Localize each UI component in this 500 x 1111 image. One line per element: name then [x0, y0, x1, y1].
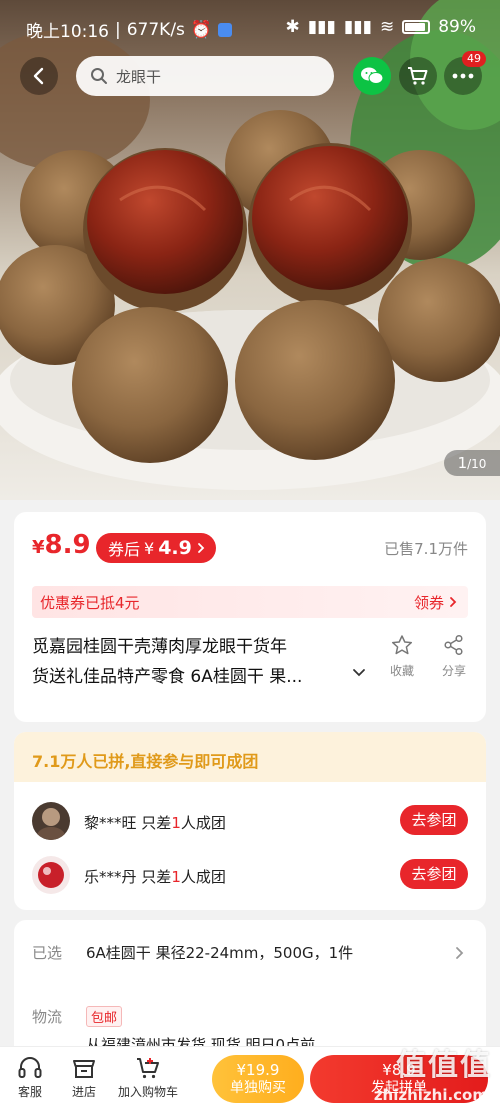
site-watermark-url: zhizhizhi.com	[373, 1086, 488, 1104]
group-leader-name: 黎***旺 只差1人成团	[84, 812, 226, 833]
favorite-label: 收藏	[389, 664, 414, 678]
signal-icon-2: ▮▮▮	[343, 17, 372, 37]
group-user: 乐***丹	[84, 868, 137, 886]
product-title-line2: 货送礼佳品特产零食 6A桂圆干 果...	[32, 667, 303, 687]
current-price: ¥ 8.9	[32, 530, 91, 560]
customer-service-button[interactable]: 客服	[12, 1055, 48, 1100]
add-to-cart-label: 加入购物车	[117, 1085, 178, 1099]
claim-coupon-label: 领券	[413, 593, 444, 612]
group-row: 黎***旺 只差1人成团 去参团	[14, 798, 486, 852]
coupon-price-value: 4.9	[158, 537, 192, 559]
store-button[interactable]: 进店	[64, 1055, 104, 1100]
group-need-suffix: 人成团	[180, 868, 226, 886]
selected-value: 6A桂圆干 果径22-24mm，500G，1件	[86, 944, 354, 962]
price-value: 8.9	[44, 530, 91, 560]
join-group-button[interactable]: 去参团	[400, 805, 468, 835]
share-label: 分享	[441, 664, 466, 678]
signal-icon: ▮▮▮	[307, 17, 336, 37]
share-icon	[444, 634, 463, 656]
product-title: 觅嘉园桂圆干壳薄肉厚龙眼干货年 货送礼佳品特产零食 6A桂圆干 果...	[32, 632, 362, 692]
wechat-icon	[361, 67, 384, 84]
selected-spec-row[interactable]: 已选 6A桂圆干 果径22-24mm，500G，1件	[14, 920, 486, 984]
group-leader-name: 乐***丹 只差1人成团	[84, 866, 226, 887]
share-button[interactable]: 分享	[432, 634, 476, 679]
spec-card: 已选 6A桂圆干 果径22-24mm，500G，1件 物流 包邮 从福建漳州市发…	[14, 920, 486, 1060]
claim-coupon-link[interactable]: 领券	[414, 592, 458, 613]
network-speed: 677K/s	[126, 19, 185, 40]
selected-label: 已选	[32, 944, 63, 962]
status-divider: |	[115, 19, 121, 40]
more-button[interactable]: 49	[444, 51, 486, 95]
free-shipping-tag: 包邮	[86, 1006, 123, 1027]
battery-icon	[402, 20, 431, 34]
star-icon	[391, 635, 413, 655]
back-arrow-icon	[33, 67, 44, 85]
battery-level: 89%	[438, 17, 476, 37]
coupon-price-pill[interactable]: 券后 ¥ 4.9	[96, 533, 216, 563]
bluetooth-icon: ✱	[285, 17, 300, 37]
coupon-after-label: 券后	[108, 540, 141, 559]
search-placeholder: 龙眼干	[116, 67, 162, 86]
group-need-count: 1	[171, 814, 181, 832]
group-need-prefix: 只差	[141, 814, 172, 832]
coupon-currency: ¥	[144, 538, 155, 558]
site-watermark: 值值值	[396, 1048, 492, 1083]
cart-icon	[408, 67, 428, 85]
group-user: 黎***旺	[84, 814, 137, 832]
avatar	[32, 802, 70, 840]
service-label: 客服	[17, 1085, 42, 1099]
single-label: 单独购买	[230, 1080, 286, 1096]
price-card: ¥ 8.9 券后 ¥ 4.9 已售7.1万件 优惠券已抵4元 领券 觅嘉园桂圆干…	[14, 512, 486, 722]
alarm-icon: ⏰	[190, 19, 213, 40]
top-navigation: 龙眼干 49	[0, 51, 500, 99]
price-currency: ¥	[32, 537, 45, 558]
chevron-right-icon	[450, 597, 457, 607]
coupon-bar[interactable]: 优惠券已抵4元 领券	[32, 586, 468, 618]
group-need-suffix: 人成团	[180, 814, 226, 832]
back-button[interactable]	[20, 57, 58, 95]
chevron-right-icon	[456, 947, 464, 959]
group-row: 乐***丹 只差1人成团 去参团	[14, 852, 486, 906]
status-time: 晚上10:16	[26, 22, 109, 42]
store-icon	[73, 1060, 95, 1078]
headset-icon	[18, 1057, 42, 1078]
cart-plus-icon	[137, 1058, 159, 1079]
image-counter: 1/10	[444, 450, 500, 476]
store-label: 进店	[71, 1085, 96, 1099]
app-notification-icon	[218, 22, 233, 37]
more-dots-icon	[452, 73, 474, 79]
sold-count: 已售7.1万件	[384, 540, 468, 558]
message-count-badge: 49	[462, 51, 486, 67]
avatar	[32, 856, 70, 894]
group-need-prefix: 只差	[141, 868, 172, 886]
group-buy-header: 7.1万人已拼,直接参与即可成团	[14, 732, 486, 782]
wechat-share-button[interactable]	[353, 57, 391, 95]
chevron-right-icon	[197, 543, 205, 553]
status-bar: 晚上10:16 | 677K/s ⏰ ✱ ▮▮▮ ▮▮▮ ≋ 89%	[0, 0, 500, 50]
cart-button[interactable]	[399, 57, 437, 95]
favorite-button[interactable]: 收藏	[380, 634, 424, 679]
wifi-icon: ≋	[379, 17, 395, 37]
search-icon	[91, 68, 107, 84]
join-group-button[interactable]: 去参团	[400, 859, 468, 889]
product-title-line1: 觅嘉园桂圆干壳薄肉厚龙眼干货年	[32, 637, 287, 657]
single-price: ¥19.9	[236, 1061, 280, 1079]
coupon-discount-text: 优惠券已抵4元	[40, 593, 140, 612]
expand-title-chevron-down-icon[interactable]	[352, 668, 366, 678]
group-need-count: 1	[171, 868, 181, 886]
add-to-cart-button[interactable]: 加入购物车	[112, 1055, 184, 1100]
buy-alone-button[interactable]: ¥19.9 单独购买	[212, 1055, 304, 1103]
search-input[interactable]: 龙眼干	[76, 56, 334, 96]
logistics-label: 物流	[32, 1008, 63, 1026]
